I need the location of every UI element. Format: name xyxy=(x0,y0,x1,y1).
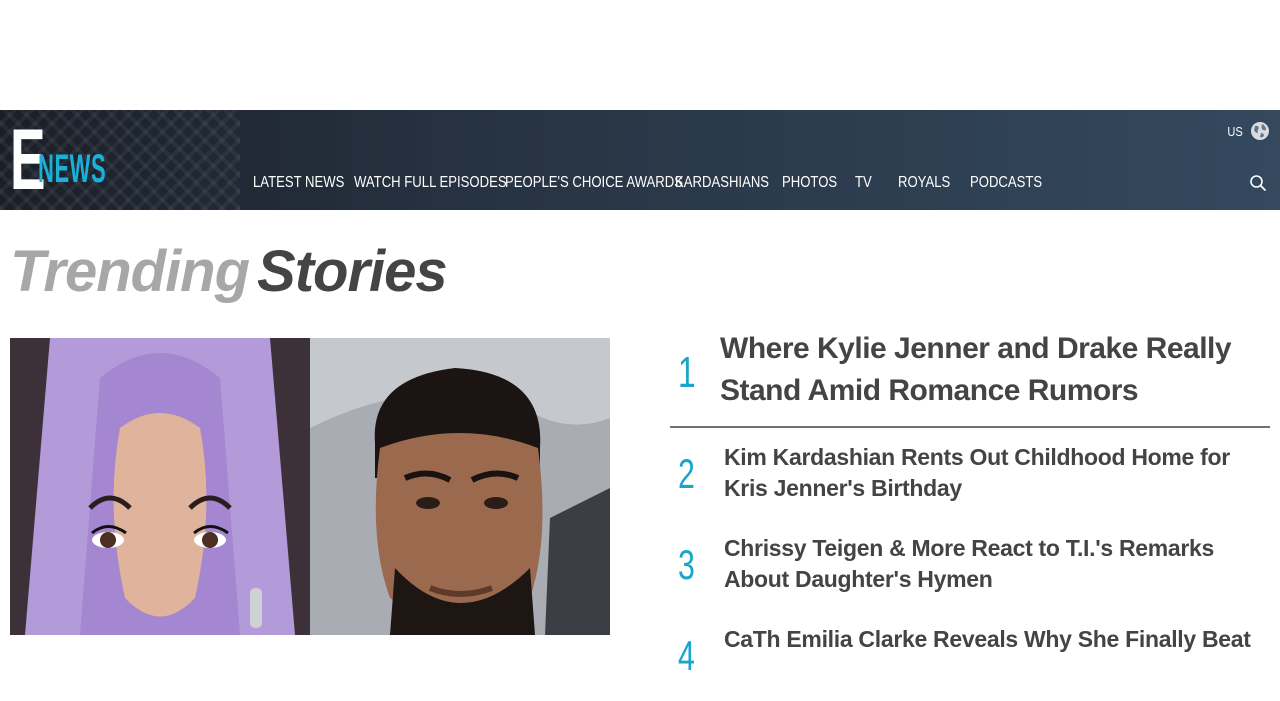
nav-label: WATCH FULL EPISODES xyxy=(354,174,507,191)
trending-story-1[interactable]: 1 Where Kylie Jenner and Drake Really St… xyxy=(670,328,1270,428)
drake-illustration xyxy=(310,338,610,635)
trending-story-4[interactable]: 4 CaTh Emilia Clarke Reveals Why She Fin… xyxy=(670,610,1270,701)
kylie-illustration xyxy=(10,338,310,635)
stories-word: Stories xyxy=(257,239,448,304)
story-title[interactable]: Where Kylie Jenner and Drake Really Stan… xyxy=(720,328,1260,412)
globe-icon xyxy=(1251,122,1269,140)
story-rank: 3 xyxy=(678,541,695,588)
story-rank: 1 xyxy=(678,348,696,397)
trending-story-3[interactable]: 3 Chrissy Teigen & More React to T.I.'s … xyxy=(670,519,1270,610)
ad-space xyxy=(0,0,1280,110)
region-label: US xyxy=(1227,123,1243,139)
region-selector[interactable]: US xyxy=(1226,121,1270,141)
trending-word: Trending xyxy=(10,239,250,304)
trending-story-2[interactable]: 2 Kim Kardashian Rents Out Childhood Hom… xyxy=(670,428,1270,519)
story-title[interactable]: CaTh Emilia Clarke Reveals Why She Final… xyxy=(724,624,1270,655)
story-title[interactable]: Chrissy Teigen & More React to T.I.'s Re… xyxy=(724,533,1264,595)
nav-label: PODCASTS xyxy=(970,174,1043,191)
nav-label: PHOTOS xyxy=(782,174,838,191)
drake-photo xyxy=(310,338,610,635)
search-icon[interactable] xyxy=(1249,174,1267,192)
enews-logo[interactable]: E NEWS xyxy=(10,117,120,203)
story-rank: 4 xyxy=(678,632,695,679)
nav-label: ROYALS xyxy=(898,174,951,191)
logo-news: NEWS xyxy=(38,147,107,191)
kylie-photo xyxy=(10,338,310,635)
trending-stories-heading: Trending Stories xyxy=(10,234,448,310)
nav-label: KARDASHIANS xyxy=(675,174,770,191)
site-header: E NEWS LATEST NEWS WATCH FULL EPISODES P… xyxy=(0,110,1280,210)
nav-podcasts[interactable]: PODCASTS xyxy=(970,170,1088,196)
nav-label: TV xyxy=(855,174,872,191)
nav-label: PEOPLE'S CHOICE AWARDS xyxy=(505,174,683,191)
nav-label: LATEST NEWS xyxy=(253,174,345,191)
trending-list: 1 Where Kylie Jenner and Drake Really St… xyxy=(670,328,1270,701)
featured-story-image[interactable] xyxy=(10,338,610,635)
story-title[interactable]: Kim Kardashian Rents Out Childhood Home … xyxy=(724,442,1264,504)
story-rank: 2 xyxy=(678,450,695,497)
